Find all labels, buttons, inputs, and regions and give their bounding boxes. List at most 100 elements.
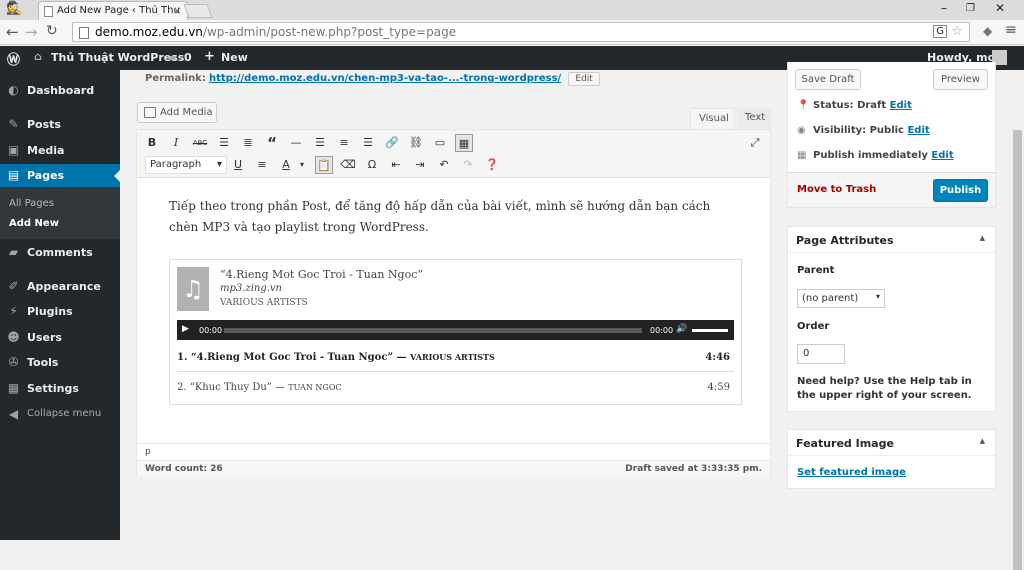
page-scrollbar[interactable] <box>1011 70 1024 570</box>
publish-button[interactable]: Publish <box>933 179 988 202</box>
new-tab-button[interactable] <box>183 4 213 18</box>
horizontal-line-icon[interactable]: — <box>287 134 305 152</box>
editor-toolbar: B I ABC ☰ ≣ “ — ☰ ≡ ☰ 🔗 ⛓ ▭ ▦ ⤢ Paragrap… <box>137 130 770 178</box>
add-media-button[interactable]: Add Media <box>137 102 217 123</box>
element-path: p <box>137 443 770 461</box>
align-right-icon[interactable]: ☰ <box>359 134 377 152</box>
plus-icon[interactable]: + <box>204 49 215 64</box>
audio-playlist[interactable]: ♫ “4.Rieng Mot Goc Troi - Tuan Ngoc” mp3… <box>169 259 742 405</box>
schedule-edit-link[interactable]: Edit <box>931 150 953 161</box>
extension-icon[interactable]: ◆ <box>983 24 992 38</box>
menu-item-comments[interactable]: ▰ Comments <box>0 241 120 265</box>
menu-item-plugins[interactable]: ⚡ Plugins <box>0 300 120 324</box>
comments-bubble-icon[interactable]: ▰ <box>168 51 176 64</box>
visibility-edit-link[interactable]: Edit <box>907 125 929 136</box>
translate-icon[interactable]: G <box>933 25 947 38</box>
volume-slider[interactable] <box>692 329 728 332</box>
reload-icon[interactable]: ↻ <box>46 23 58 39</box>
help-icon[interactable]: ❓ <box>483 156 501 174</box>
address-bar[interactable]: demo.moz.edu.vn/wp-admin/post-new.php?po… <box>72 22 970 42</box>
pin-icon: ✎ <box>8 117 19 131</box>
italic-icon[interactable]: I <box>167 134 185 152</box>
content-paragraph[interactable]: Tiếp theo trong phần Post, để tăng độ hấ… <box>169 196 729 238</box>
save-draft-button[interactable]: Save Draft <box>795 69 861 90</box>
collapse-arrow-icon[interactable]: ▲ <box>980 437 985 445</box>
permalink-link[interactable]: http://demo.moz.edu.vn/chen-mp3-va-tao-.… <box>209 73 561 84</box>
menu-item-pages[interactable]: ▤ Pages <box>0 164 120 188</box>
browser-tab-strip: 🕵 Add New Page ‹ Thủ Thu × – ❐ ✕ <box>0 0 1024 20</box>
toolbar-toggle-icon[interactable]: ▦ <box>455 134 473 152</box>
format-select[interactable]: Paragraph <box>145 156 227 174</box>
forward-icon[interactable]: → <box>25 23 38 41</box>
parent-select[interactable]: (no parent) ▾ <box>797 289 885 308</box>
back-icon[interactable]: ← <box>6 23 19 41</box>
indent-icon[interactable]: ⇥ <box>411 156 429 174</box>
menu-item-media[interactable]: ▣ Media <box>0 139 120 163</box>
align-center-icon[interactable]: ≡ <box>335 134 353 152</box>
tab-text[interactable]: Text <box>737 108 771 130</box>
chrome-menu-icon[interactable]: ≡ <box>1005 22 1017 38</box>
unlink-icon[interactable]: ⛓ <box>407 134 425 152</box>
post-editor: B I ABC ☰ ≣ “ — ☰ ≡ ☰ 🔗 ⛓ ▭ ▦ ⤢ Paragrap… <box>136 129 771 477</box>
bullet-list-icon[interactable]: ☰ <box>215 134 233 152</box>
restore-icon[interactable]: ❐ <box>966 3 975 14</box>
status-edit-link[interactable]: Edit <box>890 100 912 111</box>
submenu-all-pages[interactable]: All Pages <box>9 198 54 209</box>
playlist-track[interactable]: 1. “4.Rieng Mot Goc Troi - Tuan Ngoc” — … <box>177 346 734 372</box>
order-input[interactable]: 0 <box>797 344 845 364</box>
progress-slider[interactable] <box>224 328 642 333</box>
plug-icon: ⚡ <box>9 304 18 318</box>
comment-count[interactable]: 0 <box>184 51 192 64</box>
home-icon[interactable]: ⌂ <box>34 50 42 63</box>
bookmark-star-icon[interactable]: ☆ <box>951 24 963 39</box>
new-content-link[interactable]: New <box>221 51 248 64</box>
site-name-link[interactable]: Thủ Thuật WordPress <box>51 51 184 64</box>
justify-icon[interactable]: ≡ <box>253 156 271 174</box>
featured-image-box: Featured Image ▲ Set featured image <box>787 429 996 489</box>
wordpress-logo-icon[interactable]: Ⓦ <box>7 49 20 68</box>
clear-formatting-icon[interactable]: ⌫ <box>339 156 357 174</box>
undo-icon[interactable]: ↶ <box>435 156 453 174</box>
menu-item-posts[interactable]: ✎ Posts <box>0 113 120 137</box>
bold-icon[interactable]: B <box>143 134 161 152</box>
close-window-icon[interactable]: ✕ <box>995 1 1005 15</box>
underline-icon[interactable]: U <box>229 156 247 174</box>
media-icon <box>144 107 156 118</box>
close-tab-icon[interactable]: × <box>173 4 182 17</box>
link-icon[interactable]: 🔗 <box>383 134 401 152</box>
collapse-arrow-icon[interactable]: ▲ <box>980 234 985 242</box>
set-featured-image-link[interactable]: Set featured image <box>797 467 906 478</box>
browser-tab[interactable]: Add New Page ‹ Thủ Thu × <box>38 1 188 20</box>
submenu-add-new[interactable]: Add New <box>9 218 59 229</box>
dashboard-icon: ◐ <box>8 83 19 97</box>
tab-visual[interactable]: Visual <box>690 108 735 130</box>
numbered-list-icon[interactable]: ≣ <box>239 134 257 152</box>
collapse-menu-button[interactable]: ◀ Collapse menu <box>0 403 120 427</box>
paste-as-text-icon[interactable]: 📋 <box>315 156 333 174</box>
page-attributes-header[interactable]: Page Attributes ▲ <box>788 227 995 253</box>
fullscreen-icon[interactable]: ⤢ <box>746 134 764 152</box>
blockquote-icon[interactable]: “ <box>263 134 281 152</box>
special-character-icon[interactable]: Ω <box>363 156 381 174</box>
minimize-icon[interactable]: – <box>941 1 947 15</box>
preview-button[interactable]: Preview <box>933 69 988 90</box>
volume-icon[interactable]: 🔊 <box>676 324 687 334</box>
read-more-icon[interactable]: ▭ <box>431 134 449 152</box>
move-to-trash-link[interactable]: Move to Trash <box>797 184 876 195</box>
menu-item-dashboard[interactable]: ◐ Dashboard <box>0 79 120 103</box>
menu-item-users[interactable]: ☻ Users <box>0 326 120 350</box>
align-left-icon[interactable]: ☰ <box>311 134 329 152</box>
menu-item-settings[interactable]: ▦ Settings <box>0 377 120 401</box>
outdent-icon[interactable]: ⇤ <box>387 156 405 174</box>
featured-image-header[interactable]: Featured Image ▲ <box>788 430 995 456</box>
menu-item-tools[interactable]: ✇ Tools <box>0 351 120 375</box>
play-icon[interactable]: ▶ <box>182 324 189 334</box>
chevron-down-icon[interactable]: ▾ <box>293 156 311 174</box>
playlist-track[interactable]: 2. “Khuc Thuy Du” — TUAN NGOC 4:59 <box>177 376 734 402</box>
permalink-edit-button[interactable]: Edit <box>568 72 600 86</box>
scrollbar-thumb[interactable] <box>1013 130 1022 570</box>
tab-title: Add New Page ‹ Thủ Thu <box>57 5 180 16</box>
strikethrough-icon[interactable]: ABC <box>191 134 209 152</box>
redo-icon[interactable]: ↷ <box>459 156 477 174</box>
menu-item-appearance[interactable]: ✐ Appearance <box>0 275 120 299</box>
